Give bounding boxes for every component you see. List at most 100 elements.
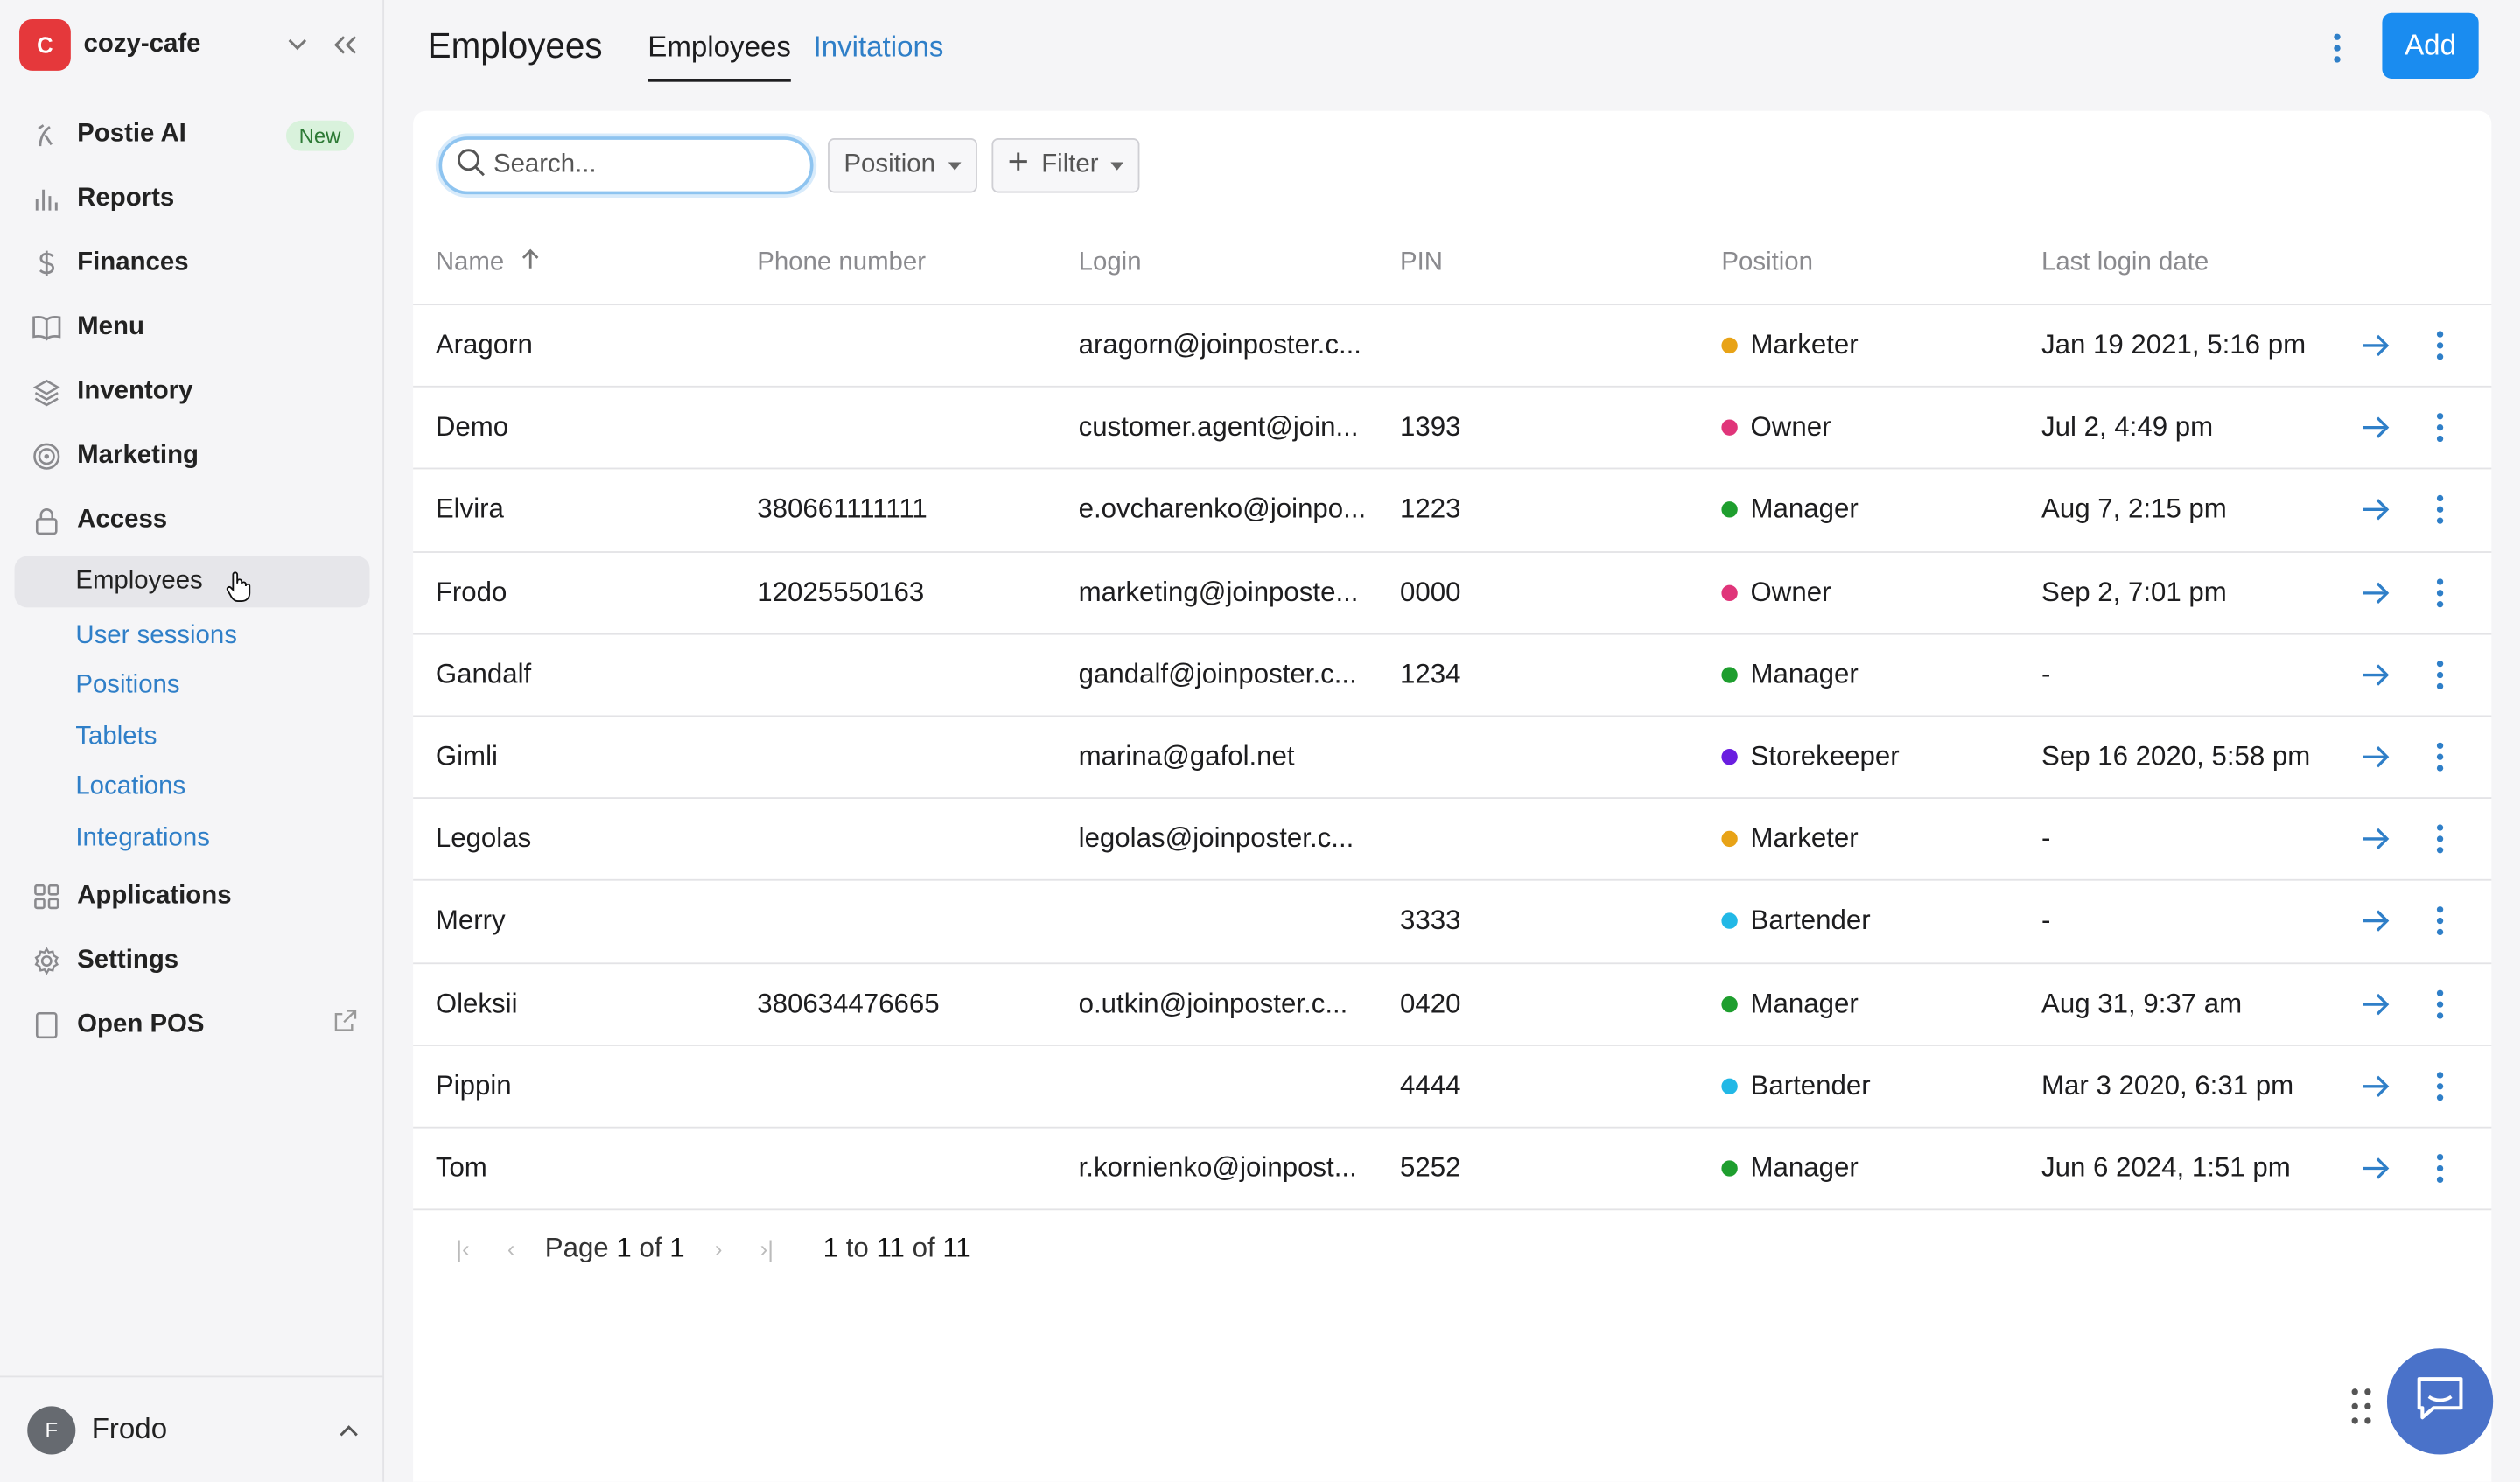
brand-switcher[interactable]: C cozy-cafe — [19, 19, 365, 71]
table-row[interactable]: Gandalf gandalf@joinposter.c... 1234 Manage… — [413, 634, 2492, 717]
table-row[interactable]: Merry 3333 Bartender - — [413, 881, 2492, 964]
position-dropdown[interactable]: Position — [828, 137, 977, 193]
prev-page-icon[interactable]: ‹ — [487, 1236, 536, 1262]
sidebar-item-postie-ai[interactable]: Postie AI New — [15, 103, 370, 167]
table-row[interactable]: Aragorn aragorn@joinposter.c... Marketer Ja… — [413, 305, 2492, 388]
last-page-icon[interactable]: ›| — [743, 1236, 791, 1262]
cell-pin: 3333 — [1400, 905, 1461, 936]
user-menu[interactable]: F Frodo — [0, 1375, 385, 1481]
cursor-hand-icon — [225, 570, 251, 610]
tab-invitations[interactable]: Invitations — [814, 31, 944, 82]
sidebar-item-label: Applications — [77, 881, 232, 909]
table-row[interactable]: Pippin 4444 Bartender Mar 3 2020, 6:31 pm — [413, 1045, 2492, 1129]
row-more-options-icon[interactable] — [2410, 824, 2469, 854]
add-button[interactable]: Add — [2382, 12, 2479, 80]
next-page-icon[interactable]: › — [695, 1236, 743, 1262]
sidebar-item-marketing[interactable]: Marketing — [15, 424, 370, 488]
cell-name: Merry — [435, 905, 506, 936]
open-employee-arrow-icon[interactable] — [2341, 581, 2410, 604]
of-word: of — [912, 1232, 935, 1263]
sidebar-item-label: Postie AI — [77, 120, 186, 149]
position-label: Bartender — [1750, 1070, 1871, 1101]
position-label: Manager — [1750, 1152, 1858, 1183]
open-employee-arrow-icon[interactable] — [2341, 1075, 2410, 1098]
collapse-sidebar-icon[interactable] — [326, 25, 365, 64]
filter-dropdown[interactable]: Filter — [991, 137, 1141, 193]
column-header-name[interactable]: Name — [413, 248, 734, 278]
chevron-down-icon[interactable] — [281, 29, 313, 61]
open-employee-arrow-icon[interactable] — [2341, 1157, 2410, 1180]
cell-position: Manager — [1699, 659, 2020, 691]
sidebar-item-reports[interactable]: Reports — [15, 167, 370, 231]
table-row[interactable]: Frodo 12025550163 marketing@joinposte... 00… — [413, 552, 2492, 635]
pagination: |‹ ‹ Page 1 of 1 › ›| 1 to 11 of 11 — [439, 1217, 971, 1281]
row-more-options-icon[interactable] — [2410, 495, 2469, 525]
chat-button[interactable] — [2386, 1348, 2494, 1455]
sidebar-item-access[interactable]: Access — [15, 488, 370, 552]
cell-pin: 0000 — [1400, 576, 1461, 607]
search-input[interactable] — [493, 150, 799, 180]
open-employee-arrow-icon[interactable] — [2341, 828, 2410, 850]
sidebar-item-inventory[interactable]: Inventory — [15, 360, 370, 423]
more-options-icon[interactable] — [2318, 25, 2356, 70]
cell-login: aragorn@joinposter.c... — [1078, 329, 1362, 360]
sidebar-subitem-user-sessions[interactable]: User sessions — [15, 611, 370, 661]
table-row[interactable]: Gimli marina@gafol.net Storekeeper Sep 16 2… — [413, 717, 2492, 800]
open-employee-arrow-icon[interactable] — [2341, 663, 2410, 686]
row-more-options-icon[interactable] — [2410, 906, 2469, 936]
sidebar-subitem-label: Tablets — [75, 723, 158, 751]
cell-login: r.kornienko@joinpost... — [1078, 1152, 1357, 1183]
sidebar-item-finances[interactable]: Finances — [15, 232, 370, 296]
column-header-position[interactable]: Position — [1699, 248, 2020, 277]
column-header-login[interactable]: Login — [1056, 248, 1377, 277]
range-indicator: 1 to 11 of 11 — [823, 1233, 971, 1265]
column-header-phone[interactable]: Phone number — [735, 248, 1056, 277]
sidebar-item-settings[interactable]: Settings — [15, 928, 370, 992]
sidebar-subitem-label: Locations — [75, 773, 186, 801]
open-employee-arrow-icon[interactable] — [2341, 745, 2410, 768]
cell-login: marketing@joinposte... — [1078, 576, 1359, 607]
open-employee-arrow-icon[interactable] — [2341, 416, 2410, 439]
sidebar-item-menu[interactable]: Menu — [15, 296, 370, 360]
sidebar-subitem-employees[interactable]: Employees — [14, 556, 370, 610]
row-more-options-icon[interactable] — [2410, 989, 2469, 1018]
row-more-options-icon[interactable] — [2410, 742, 2469, 772]
sidebar-subitem-positions[interactable]: Positions — [15, 661, 370, 712]
open-employee-arrow-icon[interactable] — [2341, 334, 2410, 357]
row-more-options-icon[interactable] — [2410, 1071, 2469, 1101]
sidebar-item-applications[interactable]: Applications — [15, 863, 370, 927]
open-employee-arrow-icon[interactable] — [2341, 993, 2410, 1016]
table-row[interactable]: Tom r.kornienko@joinpost... 5252 Manager Jun… — [413, 1128, 2492, 1211]
column-header-last-login[interactable]: Last login date — [2020, 248, 2341, 277]
search-box[interactable] — [438, 136, 814, 195]
sidebar-subitem-locations[interactable]: Locations — [15, 763, 370, 814]
book-icon — [31, 311, 63, 344]
open-employee-arrow-icon[interactable] — [2341, 910, 2410, 933]
cell-last-login: Jan 19 2021, 5:16 pm — [2040, 329, 2306, 360]
employees-table: Name Phone number Login PIN Position Las… — [413, 222, 2492, 1211]
sidebar-subitem-tablets[interactable]: Tablets — [15, 712, 370, 763]
table-row[interactable]: Elvira 380661111111 e.ovcharenko@joinpo...… — [413, 470, 2492, 553]
row-more-options-icon[interactable] — [2410, 331, 2469, 360]
of-word: of — [639, 1232, 662, 1263]
table-body: Aragorn aragorn@joinposter.c... Marketer Ja… — [413, 305, 2492, 1211]
sidebar-subitem-integrations[interactable]: Integrations — [15, 814, 370, 864]
table-row[interactable]: Oleksii 380634476665 o.utkin@joinposter.c.… — [413, 963, 2492, 1046]
row-more-options-icon[interactable] — [2410, 577, 2469, 607]
row-more-options-icon[interactable] — [2410, 1153, 2469, 1183]
table-row[interactable]: Legolas legolas@joinposter.c... Marketer - — [413, 799, 2492, 882]
row-more-options-icon[interactable] — [2410, 660, 2469, 689]
cell-phone: 380634476665 — [757, 988, 940, 1018]
bar-chart-icon — [31, 183, 63, 215]
column-header-pin[interactable]: PIN — [1377, 248, 1698, 277]
table-row[interactable]: Demo customer.agent@join... 1393 Owner Jul 2… — [413, 388, 2492, 471]
drag-handle-icon[interactable] — [2351, 1388, 2377, 1427]
cell-position: Manager — [1699, 1152, 2020, 1185]
tab-employees[interactable]: Employees — [648, 31, 791, 82]
sidebar-item-open-pos[interactable]: Open POS — [15, 992, 370, 1056]
position-color-dot — [1721, 1160, 1738, 1177]
open-employee-arrow-icon[interactable] — [2341, 499, 2410, 521]
row-more-options-icon[interactable] — [2410, 413, 2469, 443]
sort-ascending-icon — [521, 248, 540, 278]
first-page-icon[interactable]: |‹ — [439, 1236, 487, 1262]
